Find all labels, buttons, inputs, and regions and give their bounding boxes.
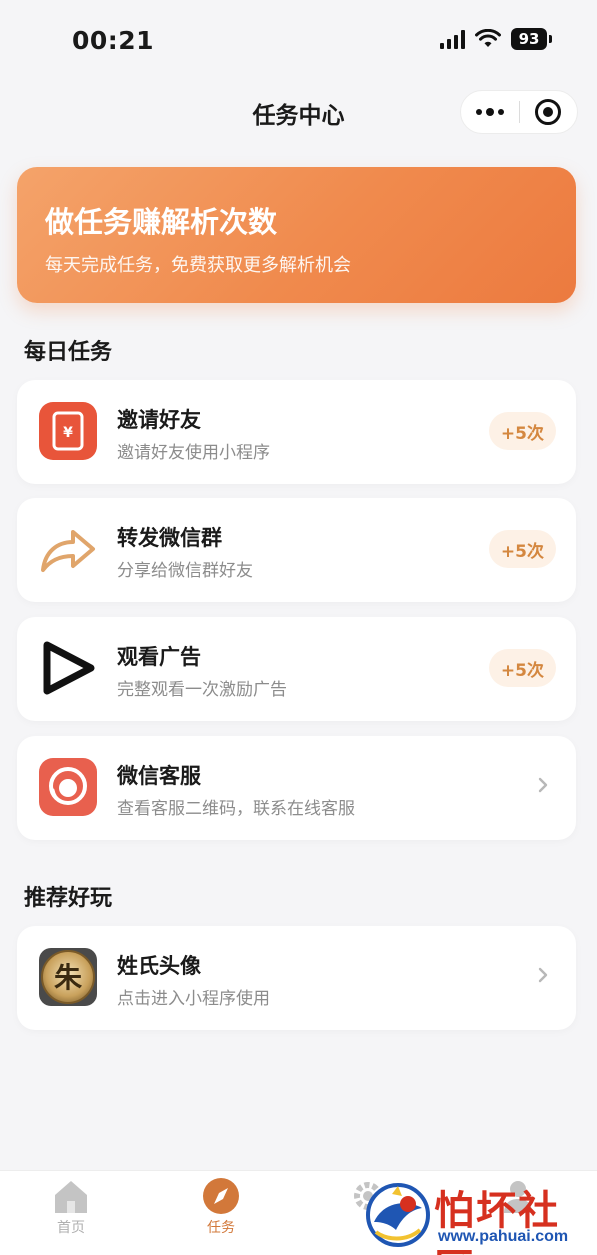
status-icons: 93	[440, 28, 552, 50]
mini-program-capsule	[460, 90, 578, 134]
chevron-right-icon	[538, 967, 548, 983]
status-time: 00:21	[72, 26, 155, 55]
svg-text:¥: ¥	[63, 425, 73, 441]
more-button[interactable]	[461, 91, 519, 133]
task-card-service[interactable]: 微信客服 查看客服二维码，联系在线客服	[17, 736, 576, 840]
red-envelope-icon: ¥	[39, 402, 97, 460]
task-card-invite[interactable]: ¥ 邀请好友 邀请好友使用小程序 +5次	[17, 380, 576, 484]
wifi-icon	[475, 29, 501, 47]
recommend-title: 姓氏头像	[117, 954, 201, 978]
task-banner: 做任务赚解析次数 每天完成任务，免费获取更多解析机会	[17, 167, 576, 303]
banner-title: 做任务赚解析次数	[45, 205, 278, 239]
tab-label: 任务	[207, 1220, 235, 1236]
avatar-character: 朱	[54, 961, 83, 994]
task-title: 转发微信群	[117, 526, 222, 550]
banner-subtitle: 每天完成任务，免费获取更多解析机会	[45, 255, 351, 276]
task-title: 邀请好友	[117, 408, 201, 432]
reward-badge: +5次	[488, 530, 556, 568]
task-title: 微信客服	[117, 764, 201, 788]
chevron-right-icon	[538, 777, 548, 793]
more-dots-icon	[475, 108, 504, 116]
share-arrow-icon	[41, 530, 95, 572]
task-desc: 邀请好友使用小程序	[117, 443, 270, 463]
target-circle-icon	[535, 99, 562, 125]
reward-badge: +5次	[488, 649, 556, 687]
task-card-share[interactable]: 转发微信群 分享给微信群好友 +5次	[17, 498, 576, 602]
recommend-card-surname-avatar[interactable]: 朱 姓氏头像 点击进入小程序使用	[17, 926, 576, 1030]
play-icon	[43, 641, 95, 695]
tab-task[interactable]: 任务	[171, 1177, 271, 1237]
section-title-recommend: 推荐好玩	[24, 886, 113, 911]
tab-label: 首页	[57, 1220, 85, 1236]
status-bar: 00:21 93	[0, 0, 597, 80]
surname-avatar-icon: 朱	[39, 948, 97, 1006]
tab-home[interactable]: 首页	[21, 1177, 121, 1237]
customer-service-icon	[39, 758, 97, 816]
watermark: 怕坏社区 www.pahuai.com	[362, 1176, 592, 1255]
cellular-signal-icon	[440, 29, 465, 49]
home-icon	[55, 1181, 87, 1213]
task-card-ad[interactable]: 观看广告 完整观看一次激励广告 +5次	[17, 617, 576, 721]
section-title-daily: 每日任务	[24, 340, 113, 365]
compass-icon	[203, 1178, 239, 1214]
close-mini-program-button[interactable]	[520, 91, 578, 133]
watermark-logo-icon	[366, 1183, 430, 1247]
watermark-url: www.pahuai.com	[438, 1228, 569, 1245]
battery-indicator: 93	[511, 28, 552, 50]
task-title: 观看广告	[117, 645, 201, 669]
reward-badge: +5次	[488, 412, 556, 450]
task-desc: 分享给微信群好友	[117, 561, 253, 581]
recommend-desc: 点击进入小程序使用	[117, 989, 270, 1009]
task-desc: 查看客服二维码，联系在线客服	[117, 799, 355, 819]
task-desc: 完整观看一次激励广告	[117, 680, 287, 700]
